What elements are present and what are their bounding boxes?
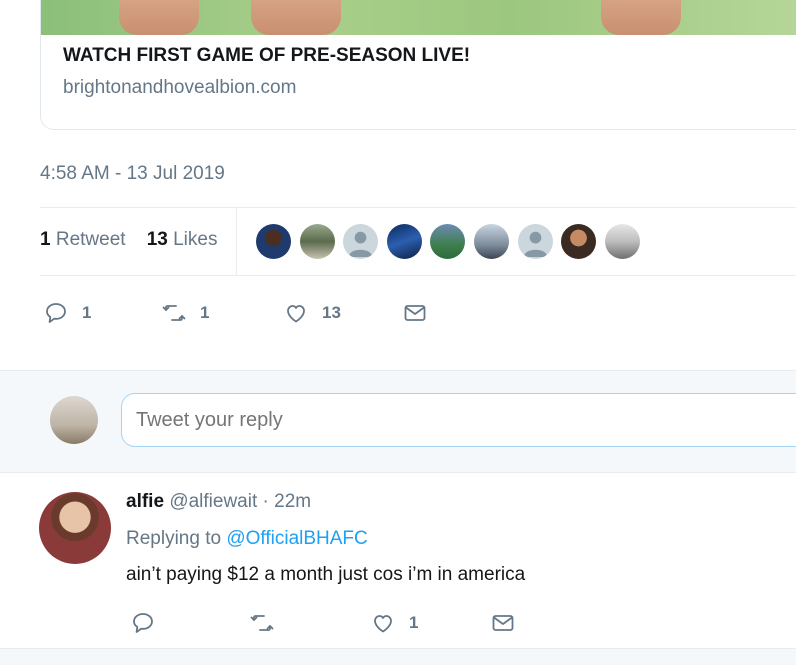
divider <box>40 275 796 276</box>
liker-avatar[interactable] <box>474 224 509 259</box>
retweet-stat[interactable]: 1 Retweet <box>40 229 126 250</box>
reply-input[interactable] <box>121 393 796 447</box>
reply-icon <box>46 303 66 323</box>
current-user-avatar <box>50 396 98 444</box>
liker-avatar[interactable] <box>387 224 422 259</box>
envelope-icon <box>404 305 426 321</box>
link-card-domain: brightonandhovealbion.com <box>63 77 297 98</box>
liker-avatar[interactable] <box>561 224 596 259</box>
retweet-count: 1 <box>200 303 210 322</box>
reply-author-line[interactable]: alfie @alfiewait · 22m <box>126 491 311 513</box>
stats-divider <box>236 208 237 275</box>
reply-text: ain’t paying $12 a month just cos i’m in… <box>126 564 526 585</box>
reply-like-count: 1 <box>409 613 419 632</box>
default-profile-icon <box>348 231 373 258</box>
heart-icon <box>287 305 305 323</box>
liker-avatar[interactable] <box>430 224 465 259</box>
image-detail <box>119 0 199 35</box>
retweet-icon <box>250 615 274 631</box>
reply-time[interactable]: 22m <box>274 491 311 512</box>
reply-author-avatar[interactable] <box>39 492 111 564</box>
envelope-icon <box>492 615 514 631</box>
like-stat[interactable]: 13 Likes <box>147 229 218 250</box>
direct-message-button[interactable] <box>403 301 427 325</box>
reply-author-handle[interactable]: @alfiewait <box>169 491 257 512</box>
liker-avatar[interactable] <box>518 224 553 259</box>
retweet-button[interactable]: 1 <box>162 301 209 325</box>
like-count: 13 <box>322 303 341 322</box>
tweet-timestamp[interactable]: 4:58 AM - 13 Jul 2019 <box>40 163 225 185</box>
reply-author-name[interactable]: alfie <box>126 491 164 512</box>
link-card-title: WATCH FIRST GAME OF PRE-SEASON LIVE! <box>63 45 471 66</box>
reply-like-button[interactable]: 1 <box>371 611 418 635</box>
reply-retweet-button[interactable] <box>250 611 274 635</box>
reply-direct-message-button[interactable] <box>491 611 515 635</box>
replying-to: Replying to @OfficialBHAFC <box>126 528 368 550</box>
link-card[interactable]: WATCH FIRST GAME OF PRE-SEASON LIVE! bri… <box>40 0 796 130</box>
reply-separator: · <box>262 491 269 512</box>
retweet-icon <box>162 305 186 321</box>
replying-to-link[interactable]: @OfficialBHAFC <box>226 528 367 549</box>
liker-avatar[interactable] <box>256 224 291 259</box>
next-item-band <box>0 648 796 665</box>
liker-avatar[interactable] <box>343 224 378 259</box>
liker-avatar[interactable] <box>300 224 335 259</box>
image-detail <box>251 0 341 35</box>
replying-to-label: Replying to <box>126 528 222 549</box>
reply-button[interactable]: 1 <box>44 301 91 325</box>
reply-reply-button[interactable] <box>131 611 155 635</box>
reply-icon <box>133 613 153 633</box>
link-card-image <box>41 0 796 35</box>
default-profile-icon <box>523 231 548 258</box>
reply-count: 1 <box>82 303 92 322</box>
tweet-stats: 1 Retweet 13 Likes <box>40 229 217 251</box>
divider <box>40 207 796 208</box>
divider <box>0 472 796 473</box>
like-button[interactable]: 13 <box>284 301 341 325</box>
heart-icon <box>374 615 392 633</box>
liker-avatar[interactable] <box>605 224 640 259</box>
image-detail <box>601 0 681 35</box>
